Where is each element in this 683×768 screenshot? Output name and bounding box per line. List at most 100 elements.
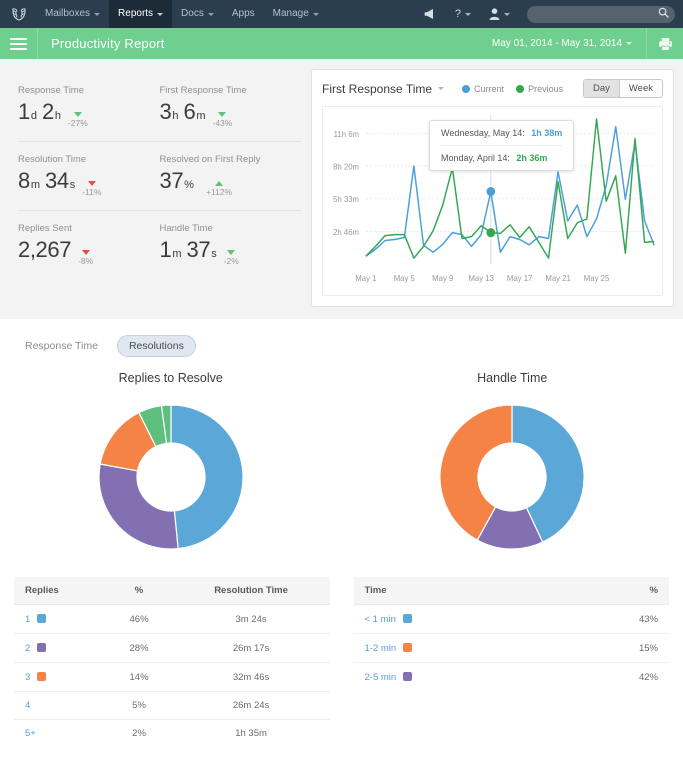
stat-unit-secondary: s bbox=[211, 248, 217, 260]
table-row[interactable]: 5+ 2% 1h 35m bbox=[14, 720, 330, 748]
nav-item-reports-label: Reports bbox=[118, 8, 154, 19]
nav-item-reports[interactable]: Reports bbox=[109, 0, 173, 28]
svg-text:May 25: May 25 bbox=[584, 274, 610, 283]
row-key-cell: 2 bbox=[14, 633, 106, 663]
replies-table: Replies % Resolution Time 1 46% 3m 24s 2 28%… bbox=[14, 577, 330, 747]
stat-label: Resolved on First Reply bbox=[159, 154, 261, 165]
donut-slice[interactable] bbox=[98, 463, 179, 550]
row-key-cell: 2-5 min bbox=[354, 663, 553, 692]
tab-response-time[interactable]: Response Time bbox=[14, 336, 109, 356]
stat-value-secondary: 6 bbox=[183, 99, 196, 124]
triangle-down-icon bbox=[227, 250, 236, 255]
svg-text:May 1: May 1 bbox=[355, 274, 376, 283]
toggle-day[interactable]: Day bbox=[583, 80, 619, 97]
table-row[interactable]: 2 28% 26m 17s bbox=[14, 633, 330, 663]
row-percent-cell: 15% bbox=[552, 633, 669, 663]
megaphone-icon[interactable] bbox=[414, 8, 446, 20]
legend-label: Current bbox=[474, 83, 505, 94]
main-nav-items: Mailboxes Reports Docs Apps Manage bbox=[36, 0, 328, 28]
table-row[interactable]: 2-5 min 42% bbox=[354, 663, 670, 692]
stat-label: Handle Time bbox=[159, 223, 213, 234]
help-menu[interactable]: ? bbox=[446, 8, 480, 20]
stat-first-response-time: First Response Time 3 h 6 m -43% bbox=[160, 73, 302, 141]
donut-handle-time: Handle Time bbox=[342, 371, 683, 557]
table-row[interactable]: 1-2 min 15% bbox=[353, 633, 669, 663]
stat-resolution-time: Resolution Time 8 m 34 s -11% bbox=[18, 142, 160, 210]
table-row[interactable]: 3 14% 32m 46s bbox=[14, 662, 330, 692]
donut-replies-to-resolve: Replies to Resolve bbox=[0, 371, 342, 557]
chevron-down-icon bbox=[504, 12, 510, 16]
stat-value-secondary: 34 bbox=[45, 168, 69, 193]
tooltip-row-previous: Monday, April 14: 2h 36m bbox=[441, 145, 563, 170]
stat-value-primary: 8 bbox=[18, 168, 30, 193]
nav-item-manage[interactable]: Manage bbox=[264, 0, 328, 28]
stat-unit-secondary: m bbox=[196, 110, 206, 122]
hamburger-menu-icon[interactable] bbox=[0, 28, 38, 59]
stat-delta: -11% bbox=[82, 181, 101, 197]
chevron-down-icon bbox=[465, 12, 471, 16]
donut-charts-section: Replies to Resolve Handle Time bbox=[0, 357, 683, 557]
row-percent-cell: 14% bbox=[105, 662, 173, 692]
nav-item-manage-label: Manage bbox=[272, 8, 309, 19]
stat-label: Response Time bbox=[18, 85, 85, 96]
chart-header: First Response Time Current Previous Day bbox=[322, 79, 663, 98]
user-menu[interactable] bbox=[480, 8, 519, 20]
table-row[interactable]: < 1 min 43% bbox=[353, 604, 669, 634]
time-table-body: < 1 min 43% 1-2 min 15% 2-5 min 42% bbox=[353, 604, 670, 692]
nav-item-apps[interactable]: Apps bbox=[223, 0, 264, 28]
stat-response-time: Response Time 1 d 2 h -27% bbox=[18, 73, 160, 141]
stat-unit-primary: h bbox=[172, 110, 179, 122]
stat-unit-primary: m bbox=[172, 248, 182, 260]
laurel-wreath-logo[interactable] bbox=[8, 3, 30, 25]
svg-text:8h 20m: 8h 20m bbox=[333, 162, 359, 171]
column-header-percent: % bbox=[105, 577, 173, 605]
printer-icon[interactable] bbox=[647, 28, 683, 59]
nav-item-docs[interactable]: Docs bbox=[172, 0, 223, 28]
column-header-percent: % bbox=[552, 577, 669, 605]
legend-label: Previous bbox=[528, 83, 564, 94]
stat-value-secondary: 2 bbox=[41, 99, 54, 124]
table-row[interactable]: 4 5% 26m 24s bbox=[14, 691, 330, 720]
stat-label: Resolution Time bbox=[18, 154, 87, 165]
replies-table-wrapper: Replies % Resolution Time 1 46% 3m 24s 2 28%… bbox=[14, 577, 330, 747]
stat-unit-primary: d bbox=[30, 110, 37, 122]
search-box[interactable] bbox=[527, 5, 675, 23]
tooltip-value: 2h 36m bbox=[516, 153, 548, 163]
color-swatch bbox=[37, 614, 47, 623]
table-header-row: Replies % Resolution Time bbox=[14, 577, 330, 605]
stat-value-secondary: 37 bbox=[186, 237, 211, 262]
stat-delta: +112% bbox=[206, 181, 232, 197]
triangle-down-icon bbox=[81, 250, 90, 255]
svg-text:May 21: May 21 bbox=[545, 274, 570, 283]
nav-right-group: ? bbox=[414, 5, 675, 23]
chart-metric-selector[interactable]: First Response Time bbox=[322, 82, 445, 96]
chart-legend: Current Previous bbox=[462, 84, 563, 94]
nav-item-mailboxes[interactable]: Mailboxes bbox=[36, 0, 109, 28]
stats-row: Response Time 1 d 2 h -27% First Respons… bbox=[18, 73, 301, 141]
help-label: ? bbox=[454, 8, 461, 20]
toggle-week[interactable]: Week bbox=[618, 80, 662, 97]
row-percent-cell: 2% bbox=[132, 728, 146, 739]
time-table: Time % < 1 min 43% 1-2 min 15% 2-5 min 42% bbox=[353, 577, 670, 692]
svg-text:May 9: May 9 bbox=[432, 274, 453, 283]
stat-resolved-on-first-reply: Resolved on First Reply 37 % +112% bbox=[160, 142, 302, 210]
stat-value-primary: 1 bbox=[159, 237, 172, 262]
date-range-picker[interactable]: May 01, 2014 - May 31, 2014 bbox=[478, 28, 647, 59]
row-key-cell: 5+ bbox=[25, 728, 36, 739]
stat-label: First Response Time bbox=[159, 85, 247, 96]
chart-tooltip: Wednesday, May 14: 1h 38m Monday, April … bbox=[429, 120, 575, 171]
row-key-cell: 4 bbox=[14, 691, 106, 720]
color-swatch bbox=[403, 672, 413, 681]
donut-slice[interactable] bbox=[170, 404, 244, 550]
search-input[interactable] bbox=[527, 9, 675, 19]
stat-label: Replies Sent bbox=[18, 223, 72, 234]
donut-chart-svg bbox=[98, 404, 244, 550]
table-row[interactable]: 1 46% 3m 24s bbox=[14, 604, 330, 634]
stat-replies-sent: Replies Sent 2,267 -8% bbox=[18, 211, 160, 279]
row-key-cell: 1 bbox=[14, 604, 106, 634]
tab-resolutions[interactable]: Resolutions bbox=[116, 335, 196, 357]
stat-value-primary: 2,267 bbox=[18, 237, 72, 262]
color-swatch bbox=[402, 614, 412, 623]
row-resolution-time-cell: 26m 17s bbox=[172, 633, 330, 663]
stats-row: Replies Sent 2,267 -8% Handle Time 1 m 3… bbox=[18, 210, 301, 279]
